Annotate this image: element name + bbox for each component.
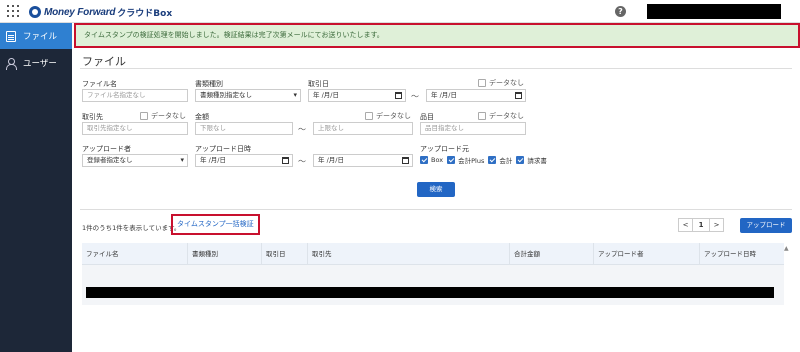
checkbox-label: Box [431,156,444,164]
main-content: タイムスタンプの検証処理を開始しました。検証結果は完了次第メールにてお送りいたし… [72,23,800,352]
item-input[interactable]: 品目指定なし [420,122,526,135]
source-options: Box 会計Plus 会計 請求書 [420,155,551,165]
txn-date-to[interactable]: 年 /月/日 [426,89,526,102]
amount-none-checkbox[interactable]: データなし [365,111,411,121]
item-label: 品目 [420,113,434,121]
amount-label: 金額 [195,113,209,121]
calendar-icon [515,92,522,99]
checkbox-label: データなし [489,112,524,120]
checkbox-label: 会計Plus [458,157,485,165]
alert-banner: タイムスタンプの検証処理を開始しました。検証結果は完了次第メールにてお送りいたし… [74,23,800,48]
source-accounting-checkbox[interactable] [488,156,497,164]
amount-max-input[interactable]: 上限なし [313,122,413,135]
file-name-label: ファイル名 [82,80,117,88]
column-header[interactable]: 取引日 [262,243,308,265]
user-icon [6,57,17,70]
next-page-button[interactable]: > [709,218,724,232]
file-name-input[interactable]: ファイル名指定なし [82,89,188,102]
source-label: アップロード元 [420,145,469,153]
top-bar: Money Forward クラウドBox ? [0,0,800,23]
checkbox-label: データなし [489,79,524,87]
checkbox-label: 会計 [499,157,513,165]
current-page[interactable]: 1 [692,218,710,232]
column-header[interactable]: 合計金額 [510,243,594,265]
logo-text: Money Forward [44,6,116,18]
calendar-icon [402,157,409,164]
divider [80,209,792,210]
txn-date-label: 取引日 [308,80,329,88]
checkbox-label: データなし [151,112,186,120]
sidebar-item-label: ファイル [23,32,58,42]
range-separator: 〜 [411,92,419,101]
range-separator: 〜 [298,157,306,166]
scroll-up-icon[interactable]: ▲ [784,245,789,252]
sidebar: ファイル ユーザー [0,23,72,352]
checkbox-label: 請求書 [527,157,547,165]
logo-mark-icon [29,6,41,18]
source-invoice-checkbox[interactable] [516,156,525,164]
txn-date-from[interactable]: 年 /月/日 [308,89,406,102]
result-count: 1件のうち1件を表示しています。 [82,224,181,232]
app-logo[interactable]: Money Forward クラウドBox [29,5,172,19]
page-title: ファイル [82,55,126,68]
partner-label: 取引先 [82,113,103,121]
app-grid-icon[interactable] [7,5,19,17]
table-header: ファイル名 書類種別 取引日 取引先 合計金額 アップロード者 アップロード日時 [82,243,784,265]
file-table: ファイル名 書類種別 取引日 取引先 合計金額 アップロード者 アップロード日時 [82,243,784,305]
column-header[interactable]: 書類種別 [188,243,262,265]
divider [80,68,792,69]
sidebar-item-files[interactable]: ファイル [0,23,72,49]
uploader-label: アップロード者 [82,145,131,153]
txn-date-none-checkbox[interactable]: データなし [478,78,524,88]
upload-date-label: アップロード日時 [195,145,251,153]
uploader-value: 登録者指定なし [87,156,133,164]
search-button[interactable]: 検索 [417,182,455,197]
doc-type-value: 書類種別指定なし [200,91,252,99]
help-icon[interactable]: ? [615,6,626,17]
doc-type-select[interactable]: 書類種別指定なし [195,89,301,102]
prev-page-button[interactable]: < [678,218,693,232]
column-header[interactable]: アップロード日時 [700,243,784,265]
checkbox-label: データなし [376,112,411,120]
app-name: クラウドBox [117,8,173,19]
source-box-checkbox[interactable] [420,156,428,164]
column-header[interactable]: アップロード者 [594,243,700,265]
item-none-checkbox[interactable]: データなし [478,111,524,121]
user-menu[interactable] [647,4,781,19]
table-row[interactable] [86,287,774,298]
column-header[interactable]: 取引先 [308,243,510,265]
upload-date-to[interactable]: 年 /月/日 [313,154,413,167]
sidebar-item-users[interactable]: ユーザー [0,50,72,76]
partner-input[interactable]: 取引先指定なし [82,122,188,135]
calendar-icon [395,92,402,99]
file-icon [6,30,16,42]
pagination: < 1 > [678,218,724,232]
calendar-icon [282,157,289,164]
sidebar-item-label: ユーザー [23,59,57,69]
column-header[interactable]: ファイル名 [82,243,188,265]
uploader-select[interactable]: 登録者指定なし [82,154,188,167]
doc-type-label: 書類種別 [195,80,223,88]
partner-none-checkbox[interactable]: データなし [140,111,186,121]
source-plus-checkbox[interactable] [447,156,456,164]
timestamp-verify-link[interactable]: タイムスタンプ一括検証 [171,214,260,235]
upload-button[interactable]: アップロード [740,218,792,233]
upload-date-from[interactable]: 年 /月/日 [195,154,293,167]
range-separator: 〜 [298,125,306,134]
amount-min-input[interactable]: 下限なし [195,122,293,135]
